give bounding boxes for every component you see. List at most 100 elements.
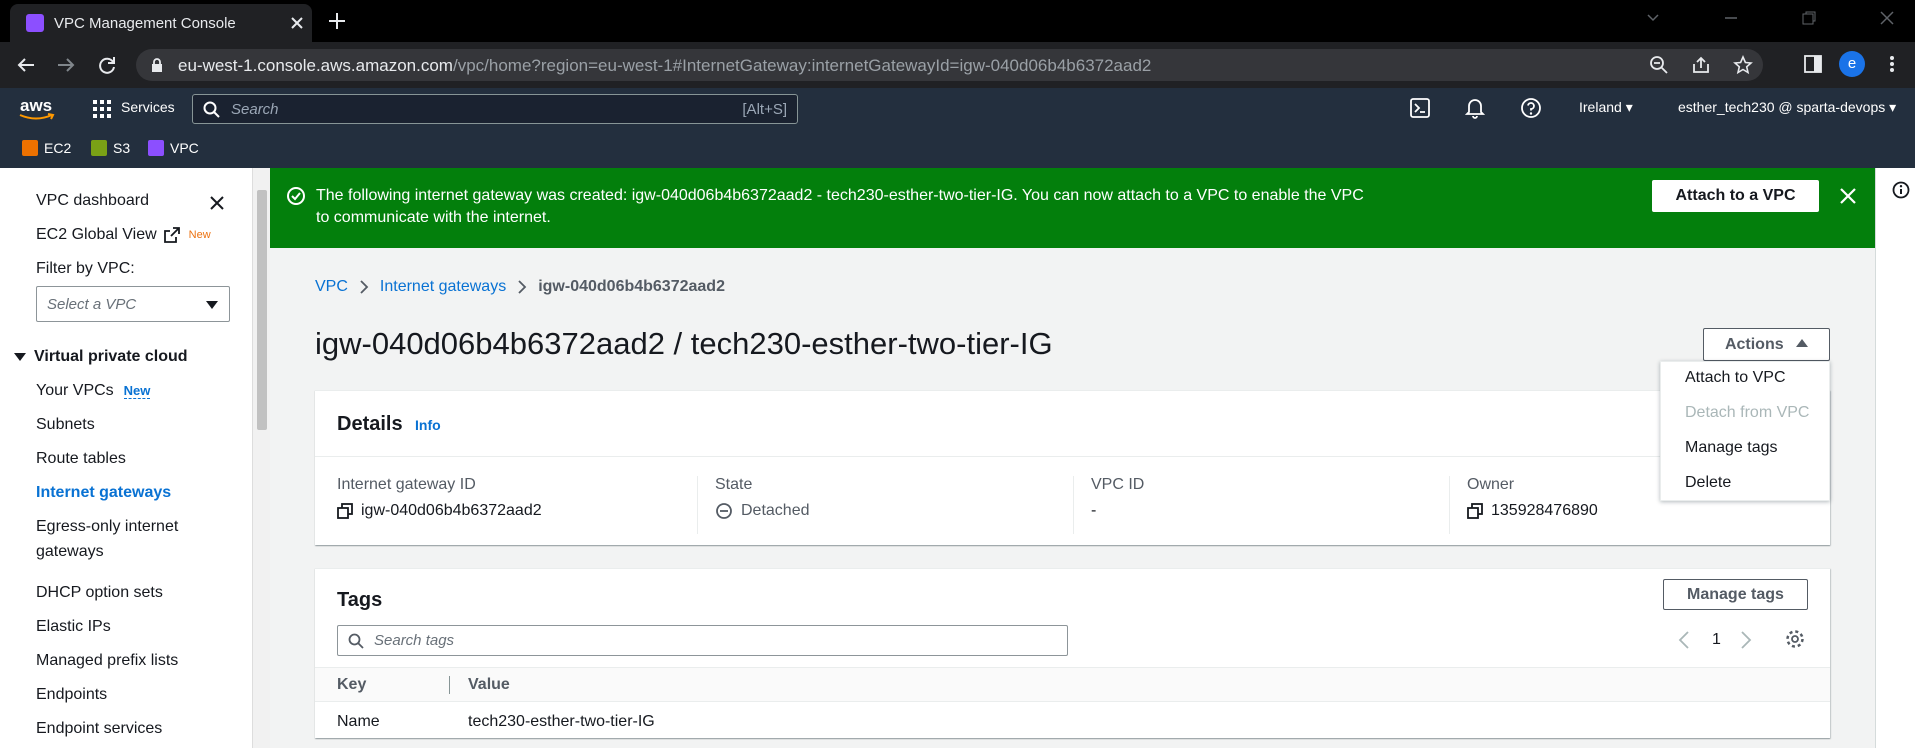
sidebar-item-elastic-ips[interactable]: Elastic IPs	[36, 618, 111, 636]
actions-button[interactable]: Actions	[1703, 328, 1830, 361]
browser-tab[interactable]: VPC Management Console	[10, 4, 312, 42]
igw-id-field: Internet gateway ID igw-040d06b4b6372aad…	[337, 476, 542, 534]
vpc-favicon-icon	[26, 14, 44, 32]
profile-avatar[interactable]: e	[1839, 51, 1865, 77]
caret-down-icon	[206, 301, 218, 309]
close-icon[interactable]	[287, 13, 307, 33]
tags-search-input[interactable]: Search tags	[337, 625, 1068, 656]
star-icon[interactable]	[1733, 55, 1753, 75]
kebab-menu-icon[interactable]	[1887, 54, 1897, 74]
aws-smile-icon	[19, 113, 55, 120]
search-icon	[348, 633, 364, 649]
chevron-right-icon[interactable]	[1740, 631, 1752, 649]
info-icon[interactable]	[1892, 181, 1910, 199]
info-link[interactable]: Info	[415, 417, 441, 433]
section-virtual-private-cloud[interactable]: Virtual private cloud	[14, 348, 188, 366]
external-link-icon	[163, 227, 180, 243]
tags-panel: Tags Manage tags Search tags 1 Key Value…	[315, 568, 1830, 738]
copy-icon[interactable]	[1467, 503, 1483, 519]
page-number[interactable]: 1	[1712, 631, 1721, 649]
sidebar-item-managed-prefix-lists[interactable]: Managed prefix lists	[36, 652, 178, 670]
chevron-left-icon[interactable]	[1678, 631, 1690, 649]
attach-to-vpc-button[interactable]: Attach to a VPC	[1652, 180, 1819, 212]
manage-tags-button[interactable]: Manage tags	[1663, 579, 1808, 610]
sidebar-item-endpoint-services[interactable]: Endpoint services	[36, 720, 162, 738]
url-field[interactable]: eu-west-1.console.aws.amazon.com/vpc/hom…	[136, 49, 1763, 81]
new-badge[interactable]: New	[123, 383, 151, 399]
igw-id-value: igw-040d06b4b6372aad2	[361, 502, 542, 519]
tag-key-cell: Name	[337, 713, 380, 730]
new-badge: New	[188, 229, 211, 241]
close-icon[interactable]	[206, 192, 228, 214]
vpc-id-value: -	[1091, 502, 1097, 519]
sidebar-item-endpoints[interactable]: Endpoints	[36, 686, 107, 704]
menu-item-detach-from-vpc: Detach from VPC	[1685, 404, 1810, 421]
owner-field: Owner 135928476890	[1467, 476, 1598, 534]
caret-up-icon	[1796, 339, 1809, 348]
restore-icon[interactable]	[1801, 10, 1817, 26]
share-icon[interactable]	[1691, 55, 1711, 75]
forward-arrow-icon[interactable]	[55, 54, 77, 76]
sidebar-item-route-tables[interactable]: Route tables	[36, 450, 126, 468]
bell-icon[interactable]	[1465, 97, 1485, 119]
divider	[1449, 476, 1450, 534]
url-host: eu-west-1.console.aws.amazon.com	[178, 56, 453, 75]
sidebar-item-ec2-global-view[interactable]: EC2 Global View New	[36, 226, 211, 244]
url-actions	[1649, 55, 1753, 75]
aws-search-input[interactable]: Search [Alt+S]	[192, 94, 798, 124]
column-resizer[interactable]	[449, 676, 450, 694]
sidebar-item-internet-gateways[interactable]: Internet gateways	[36, 484, 171, 502]
close-icon[interactable]	[1838, 186, 1858, 206]
window-close-icon[interactable]	[1879, 10, 1895, 26]
aws-top-nav: aws Services Search [Alt+S] Ireland ▾ es…	[0, 88, 1915, 128]
menu-item-delete[interactable]: Delete	[1685, 474, 1731, 492]
breadcrumb-vpc[interactable]: VPC	[315, 278, 348, 296]
reload-icon[interactable]	[96, 54, 118, 76]
chevron-down-icon[interactable]	[1645, 10, 1661, 26]
favorite-vpc[interactable]: VPC	[148, 140, 199, 156]
sidebar-item-your-vpcs[interactable]: Your VPCs New	[36, 382, 151, 400]
account-menu[interactable]: esther_tech230 @ sparta-devops ▾	[1678, 99, 1896, 116]
help-panel-rail	[1875, 168, 1915, 748]
copy-icon[interactable]	[337, 503, 353, 519]
settings-gear-icon[interactable]	[1785, 629, 1805, 649]
favorite-label: EC2	[44, 140, 72, 156]
region-selector[interactable]: Ireland ▾	[1579, 99, 1633, 116]
favorite-ec2[interactable]: EC2	[22, 140, 71, 156]
breadcrumb-internet-gateways[interactable]: Internet gateways	[380, 278, 506, 296]
sidebar-item-vpc-dashboard[interactable]: VPC dashboard	[36, 192, 149, 210]
menu-item-attach-to-vpc[interactable]: Attach to VPC	[1685, 369, 1786, 387]
minimize-icon[interactable]	[1723, 10, 1739, 26]
sidebar-item-subnets[interactable]: Subnets	[36, 416, 95, 434]
section-label: Virtual private cloud	[34, 348, 188, 365]
menu-item-manage-tags[interactable]: Manage tags	[1685, 439, 1778, 457]
side-panel-icon[interactable]	[1803, 54, 1823, 74]
zoom-icon[interactable]	[1649, 55, 1669, 75]
breadcrumb-current: igw-040d06b4b6372aad2	[538, 278, 725, 295]
vpc-filter-select[interactable]: Select a VPC	[36, 286, 230, 322]
sidebar-item-egress-only-internet-gateways[interactable]: Egress-only internet	[36, 518, 178, 536]
sidebar-item-dhcp-option-sets[interactable]: DHCP option sets	[36, 584, 163, 602]
sidebar-scrollbar[interactable]	[252, 168, 270, 748]
page-title: igw-040d06b4b6372aad2 / tech230-esther-t…	[315, 326, 1053, 361]
igw-id-label: Internet gateway ID	[337, 476, 476, 493]
lock-icon[interactable]	[150, 57, 164, 73]
cloudshell-icon[interactable]	[1410, 98, 1430, 118]
scrollbar-thumb[interactable]	[257, 190, 267, 430]
search-shortcut: [Alt+S]	[742, 101, 787, 118]
actions-label: Actions	[1724, 336, 1784, 353]
new-tab-icon[interactable]	[326, 10, 348, 32]
favorite-s3[interactable]: S3	[91, 140, 130, 156]
services-grid-icon[interactable]	[93, 100, 111, 118]
help-icon[interactable]	[1520, 97, 1542, 119]
success-flashbar: The following internet gateway was creat…	[270, 168, 1875, 248]
back-arrow-icon[interactable]	[15, 54, 37, 76]
sidebar-item-egress-only-internet-gateways-line2[interactable]: gateways	[36, 543, 104, 561]
services-menu[interactable]: Services	[121, 99, 175, 115]
sidebar-item-label: EC2 Global View	[36, 226, 157, 243]
search-placeholder: Search	[231, 101, 279, 118]
favorite-label: VPC	[170, 140, 199, 156]
caret-down-icon	[14, 353, 26, 361]
column-header-value[interactable]: Value	[468, 676, 510, 694]
column-header-key[interactable]: Key	[337, 676, 366, 694]
